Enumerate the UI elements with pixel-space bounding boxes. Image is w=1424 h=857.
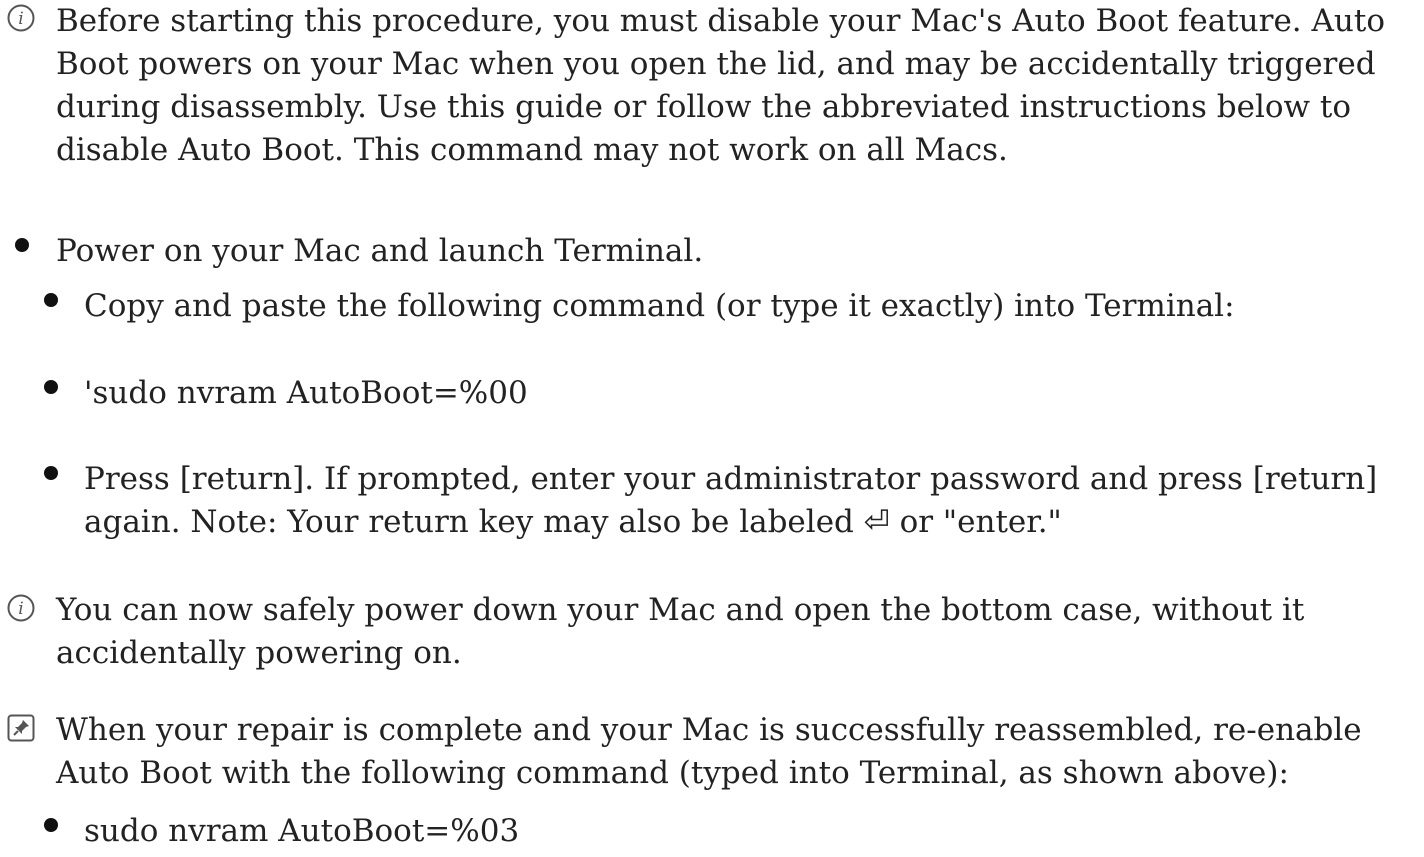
info-note-text: You can now safely power down your Mac a… [56, 592, 1305, 671]
bullet-icon [44, 818, 58, 832]
substep-text: Press [return]. If prompted, enter your … [84, 461, 1378, 540]
pin-icon [7, 714, 35, 742]
svg-text:i: i [18, 9, 23, 29]
svg-text:i: i [18, 599, 23, 619]
bullet-icon [44, 293, 58, 307]
command-text-enable: sudo nvram AutoBoot=%03 [84, 813, 520, 849]
reminder-text: When your repair is complete and your Ma… [56, 712, 1362, 791]
bullet-icon [44, 380, 58, 394]
info-icon: i [7, 594, 35, 622]
command-text-disable: 'sudo nvram AutoBoot=%00 [84, 375, 528, 411]
info-icon: i [7, 4, 35, 32]
bullet-icon [44, 466, 58, 480]
substep-text: Copy and paste the following command (or… [84, 288, 1235, 324]
step-text-power-on: Power on your Mac and launch Terminal. [56, 233, 704, 269]
bullet-icon [15, 238, 29, 252]
info-note-text: Before starting this procedure, you must… [56, 3, 1385, 168]
